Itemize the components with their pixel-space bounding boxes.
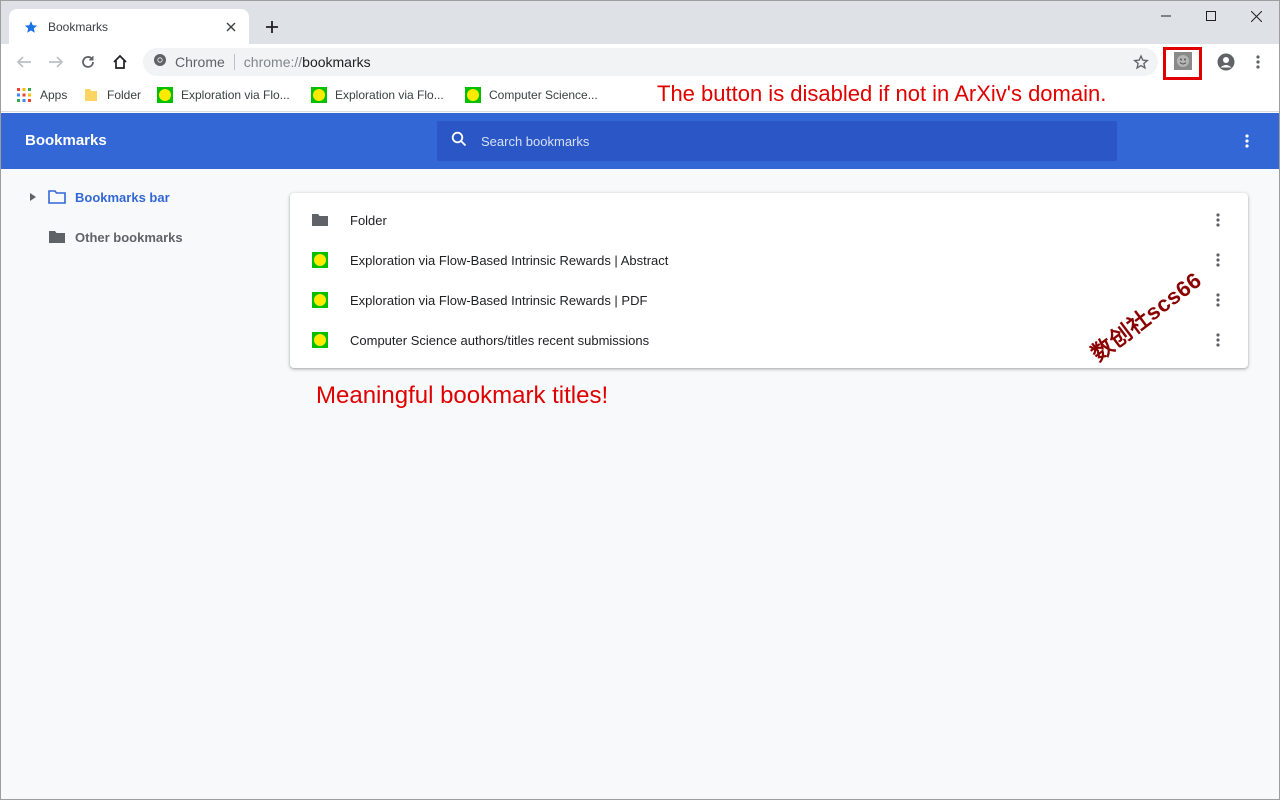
tab-bookmarks[interactable]: Bookmarks	[9, 9, 249, 44]
annotation-meaningful-titles: Meaningful bookmark titles!	[316, 382, 609, 409]
list-item-title: Exploration via Flow-Based Intrinsic Rew…	[350, 292, 648, 308]
list-item-title: Exploration via Flow-Based Intrinsic Rew…	[350, 252, 669, 268]
sidebar-item-label: Bookmarks bar	[75, 189, 170, 205]
more-options-icon[interactable]	[1208, 290, 1228, 310]
bookmark-star-icon[interactable]	[1132, 53, 1150, 71]
bookmark-bar-exploration-1[interactable]: Exploration via Flo...	[157, 85, 290, 105]
list-item-folder[interactable]: Folder	[290, 200, 1248, 240]
tab-title: Bookmarks	[48, 19, 109, 34]
list-item-title: Computer Science authors/titles recent s…	[350, 332, 650, 348]
page-title: Bookmarks	[25, 132, 107, 149]
bookmark-bar-label: Exploration via Flo...	[181, 88, 290, 102]
more-options-icon[interactable]	[1208, 210, 1228, 230]
bookmark-bar-exploration-2[interactable]: Exploration via Flo...	[311, 85, 444, 105]
smiley-favicon-icon	[311, 331, 329, 349]
sidebar-item-other-bookmarks[interactable]: Other bookmarks	[1, 223, 183, 251]
smiley-favicon-icon	[157, 87, 173, 103]
folder-icon	[48, 229, 66, 245]
title-bar: Bookmarks	[1, 1, 1279, 44]
bookmarks-manager-header: Bookmarks	[1, 113, 1279, 169]
list-item-title: Folder	[350, 212, 387, 228]
back-button[interactable]	[10, 48, 38, 76]
bookmarks-bar: Apps Folder Exploration via Flo... Explo…	[1, 80, 1279, 112]
smiley-favicon-icon	[311, 251, 329, 269]
more-options-icon[interactable]	[1208, 330, 1228, 350]
close-window-button[interactable]	[1233, 1, 1279, 31]
search-box[interactable]	[437, 121, 1117, 161]
profile-avatar-icon[interactable]	[1212, 48, 1240, 76]
bookmark-bar-label: Apps	[40, 88, 68, 102]
smiley-favicon-icon	[311, 87, 327, 103]
search-input[interactable]	[481, 133, 1081, 149]
maximize-button[interactable]	[1188, 1, 1234, 31]
home-button[interactable]	[106, 48, 134, 76]
smiley-favicon-icon	[311, 291, 329, 309]
forward-button[interactable]	[42, 48, 70, 76]
apps-grid-icon	[16, 87, 32, 103]
sidebar-item-bookmarks-bar[interactable]: Bookmarks bar	[1, 183, 170, 211]
url-host: bookmarks	[302, 54, 371, 70]
bookmark-bar-label: Exploration via Flo...	[335, 88, 444, 102]
extension-icon	[1173, 52, 1192, 75]
site-label: Chrome	[175, 54, 225, 70]
close-tab-icon[interactable]	[223, 19, 239, 35]
smiley-favicon-icon	[465, 87, 481, 103]
bookmark-bar-label: Computer Science...	[489, 88, 598, 102]
sidebar-item-label: Other bookmarks	[75, 229, 183, 245]
address-bar[interactable]: Chrome chrome://bookmarks	[143, 48, 1158, 76]
minimize-button[interactable]	[1143, 1, 1189, 31]
divider	[233, 54, 235, 70]
more-options-icon[interactable]	[1208, 250, 1228, 270]
annotation-disabled-note: The button is disabled if not in ArXiv's…	[657, 81, 1107, 106]
reload-button[interactable]	[74, 48, 102, 76]
list-item-bookmark[interactable]: Exploration via Flow-Based Intrinsic Rew…	[290, 280, 1248, 320]
search-icon	[451, 131, 467, 152]
bookmark-bar-apps[interactable]: Apps	[16, 85, 67, 105]
more-options-icon[interactable]	[1237, 131, 1257, 151]
bookmark-bar-folder[interactable]: Folder	[83, 85, 141, 105]
url-scheme: chrome://	[243, 54, 303, 70]
folder-icon	[311, 211, 329, 229]
star-icon	[23, 19, 39, 35]
new-tab-button[interactable]	[260, 15, 284, 39]
folder-outline-icon	[48, 189, 66, 205]
bookmark-bar-label: Folder	[107, 88, 142, 102]
bookmark-bar-computer-science[interactable]: Computer Science...	[465, 85, 598, 105]
expand-arrow-icon[interactable]	[27, 191, 39, 203]
chrome-menu-icon[interactable]	[1244, 48, 1272, 76]
extension-button-highlight[interactable]	[1163, 47, 1202, 80]
list-item-bookmark[interactable]: Exploration via Flow-Based Intrinsic Rew…	[290, 240, 1248, 280]
toolbar: Chrome chrome://bookmarks	[1, 44, 1279, 80]
folder-icon	[83, 87, 99, 103]
chrome-logo-icon	[153, 53, 167, 72]
